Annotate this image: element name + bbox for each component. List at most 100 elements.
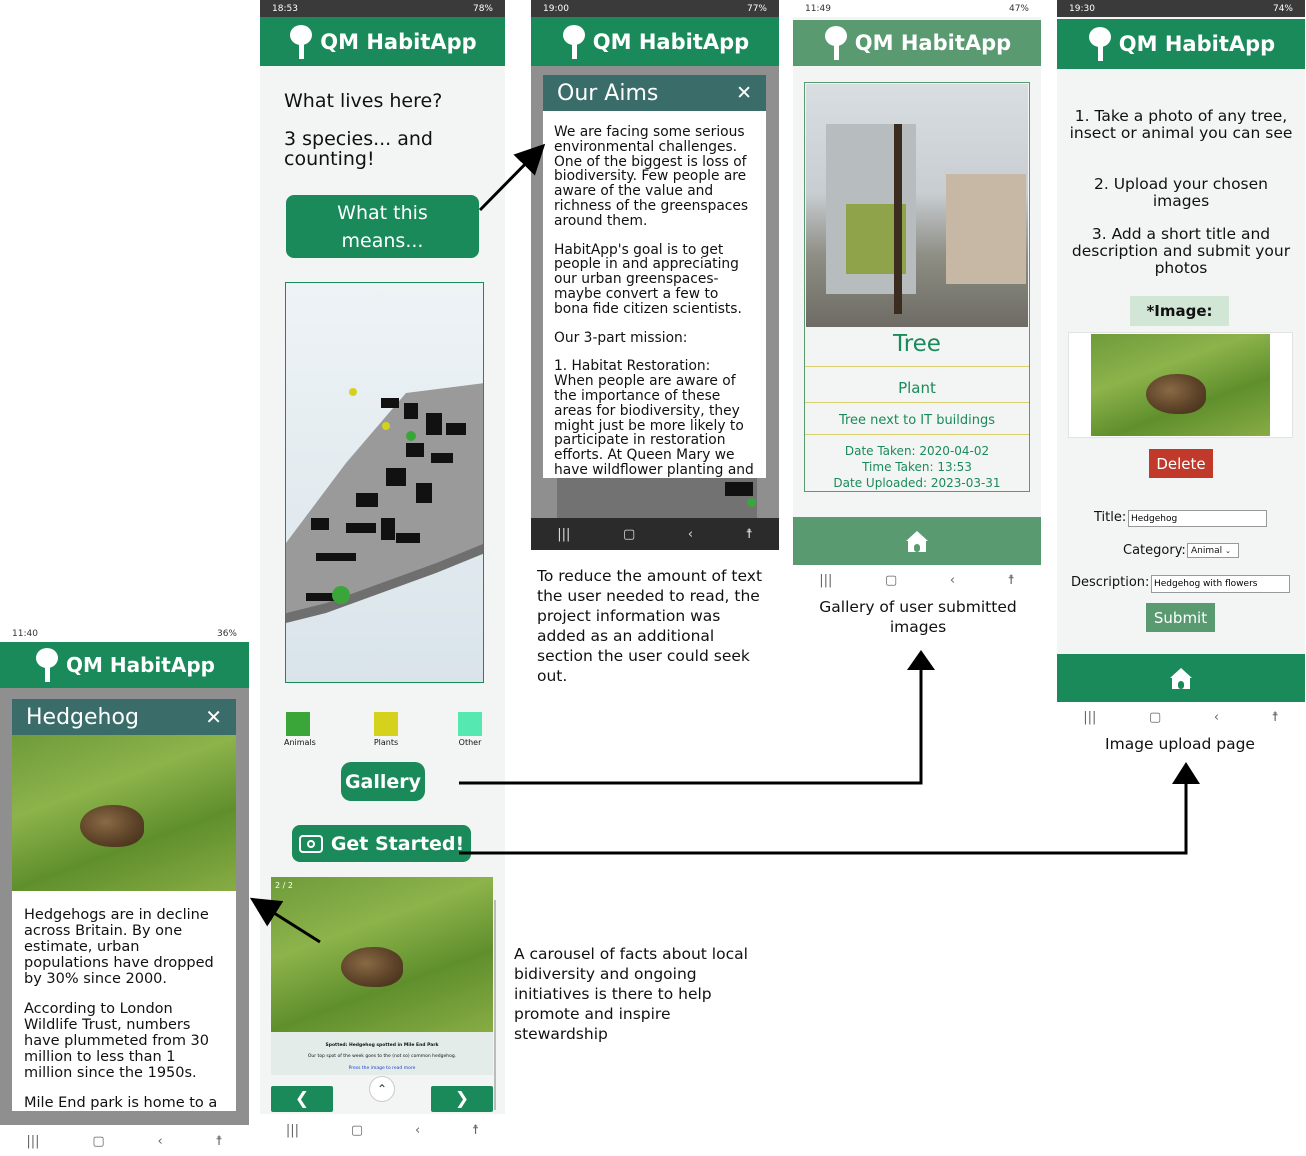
home-nav-icon[interactable]: ▢ — [885, 573, 897, 588]
home-nav-icon[interactable]: ▢ — [1149, 710, 1161, 725]
accessibility-icon[interactable]: ☨ — [472, 1123, 479, 1138]
close-icon[interactable]: ✕ — [205, 705, 222, 729]
android-nav-bar: ||| ▢ ‹ ☨ — [0, 1125, 249, 1156]
upload-annotation: Image upload page — [1105, 735, 1255, 753]
category-value: Animal — [1191, 545, 1223, 556]
carousel[interactable]: 2 / 2 Spotted: Hedgehog spotted in Mile … — [271, 877, 493, 1075]
tree-logo-icon — [288, 24, 314, 59]
tree-logo-icon — [561, 24, 587, 59]
home-nav-icon[interactable]: ▢ — [92, 1134, 104, 1149]
android-nav-bar: ||| ▢ ‹ ☨ — [793, 565, 1041, 595]
aims-screen: 19:00 77% QM HabitApp Our Aims ✕ We are … — [531, 0, 779, 550]
page-heading: What lives here? — [284, 90, 443, 112]
back-icon[interactable]: ‹ — [1214, 710, 1219, 725]
legend-item-other: Other — [456, 712, 484, 747]
what-this-means-button[interactable]: What this means... — [286, 195, 479, 258]
android-nav-bar: ||| ▢ ‹ ☨ — [1057, 702, 1305, 732]
carousel-image[interactable] — [271, 877, 493, 1032]
bottom-home-bar[interactable] — [1057, 654, 1305, 702]
legend-label: Other — [458, 738, 482, 747]
title-label: Title: — [1094, 510, 1127, 525]
accessibility-icon[interactable]: ☨ — [746, 527, 753, 542]
recent-apps-icon[interactable]: ||| — [286, 1123, 299, 1138]
card-date-taken: Date Taken: 2020-04-02 — [844, 444, 990, 458]
carousel-annotation: A carousel of facts about local bidivers… — [514, 945, 748, 1043]
recent-apps-icon[interactable]: ||| — [1083, 710, 1096, 725]
map-render — [286, 383, 483, 623]
modal-paragraph: According to London Wildlife Trust, numb… — [24, 1001, 210, 1081]
legend-item-plants: Plants — [370, 712, 402, 747]
submit-button[interactable]: Submit — [1146, 603, 1215, 632]
recent-apps-icon[interactable]: ||| — [26, 1134, 39, 1149]
tree-logo-icon — [1087, 27, 1113, 61]
close-icon[interactable]: ✕ — [736, 82, 752, 104]
home-icon[interactable] — [904, 529, 930, 553]
upload-step: 1. Take a photo of any tree, insect or a… — [1069, 107, 1293, 142]
home-nav-icon[interactable]: ▢ — [351, 1123, 363, 1138]
category-select[interactable]: Animal ⌄ — [1187, 543, 1239, 558]
hedgehog-figure — [341, 947, 403, 987]
tree-photo[interactable] — [806, 84, 1028, 327]
app-header: QM HabitApp — [793, 20, 1041, 66]
aims-paragraph: Our 3-part mission: — [554, 329, 688, 346]
modal-body[interactable]: We are facing some serious environmental… — [543, 111, 766, 478]
home-icon[interactable] — [1168, 666, 1194, 690]
get-started-button[interactable]: Get Started! — [292, 825, 471, 862]
carousel-caption-link[interactable]: Press the image to read more — [271, 1066, 493, 1071]
accessibility-icon[interactable]: ☨ — [1008, 573, 1015, 588]
status-battery: 47% — [1008, 3, 1029, 14]
description-input[interactable] — [1151, 575, 1290, 593]
scroll-up-button[interactable]: ⌃ — [369, 1076, 395, 1102]
back-icon[interactable]: ‹ — [157, 1134, 162, 1149]
plant-marker — [382, 422, 390, 430]
species-count: 3 species... and counting! — [284, 128, 433, 170]
arrowhead-upload — [1172, 762, 1200, 784]
android-nav-bar: ||| ▢ ‹ ☨ — [260, 1114, 505, 1146]
delete-button[interactable]: Delete — [1149, 449, 1213, 478]
status-time: 18:53 — [272, 3, 298, 14]
carousel-scrollbar[interactable] — [494, 900, 496, 1110]
back-icon[interactable]: ‹ — [688, 527, 693, 542]
aims-paragraph: HabitApp's goal is to get people in and … — [554, 241, 742, 317]
back-icon[interactable]: ‹ — [415, 1123, 420, 1138]
status-bar: 11:49 47% — [793, 0, 1041, 17]
home-nav-icon[interactable]: ▢ — [623, 527, 635, 542]
app-title: QM HabitApp — [592, 29, 750, 54]
animal-marker — [406, 431, 416, 441]
gallery-button[interactable]: Gallery — [341, 762, 425, 801]
accessibility-icon[interactable]: ☨ — [1272, 710, 1279, 725]
carousel-counter: 2 / 2 — [275, 881, 293, 890]
bottom-home-bar[interactable] — [793, 517, 1041, 565]
modal-title: Hedgehog — [26, 704, 139, 730]
status-time: 11:49 — [805, 3, 831, 14]
3d-map[interactable] — [285, 282, 484, 683]
status-battery: 78% — [472, 3, 493, 14]
legend-swatch — [374, 712, 398, 736]
carousel-caption-text: Our top spot of the week goes to the (no… — [307, 1054, 457, 1059]
carousel-next-button[interactable]: ❯ — [431, 1086, 493, 1112]
app-title: QM HabitApp — [854, 31, 1012, 55]
status-time: 19:00 — [543, 3, 569, 14]
app-header: QM HabitApp — [531, 17, 779, 66]
map-peek — [557, 478, 757, 518]
accessibility-icon[interactable]: ☨ — [215, 1134, 222, 1149]
hedgehog-figure — [1146, 374, 1206, 414]
recent-apps-icon[interactable]: ||| — [819, 573, 832, 588]
app-title: QM HabitApp — [66, 653, 215, 677]
status-time: 11:40 — [12, 628, 38, 639]
aims-paragraph: 1. Habitat Restoration: When people are … — [554, 358, 754, 478]
gallery-card[interactable]: Tree Plant Tree next to IT buildings Dat… — [804, 82, 1030, 492]
camera-icon — [298, 834, 323, 853]
carousel-prev-button[interactable]: ❮ — [271, 1086, 333, 1112]
hedgehog-photo — [12, 735, 236, 891]
modal-header: Hedgehog ✕ — [12, 699, 236, 735]
description-label: Description: — [1071, 575, 1150, 590]
modal-paragraph: Hedgehogs are in decline across Britain.… — [24, 907, 214, 987]
recent-apps-icon[interactable]: ||| — [557, 527, 570, 542]
title-input[interactable] — [1128, 510, 1267, 527]
hedgehog-figure — [80, 805, 144, 847]
category-label: Category: — [1123, 543, 1186, 558]
status-battery: 74% — [1272, 3, 1293, 14]
hedgehog-screen: 11:40 36% QM HabitApp Hedgehog ✕ Hedgeho… — [0, 625, 249, 1156]
back-icon[interactable]: ‹ — [950, 573, 955, 588]
